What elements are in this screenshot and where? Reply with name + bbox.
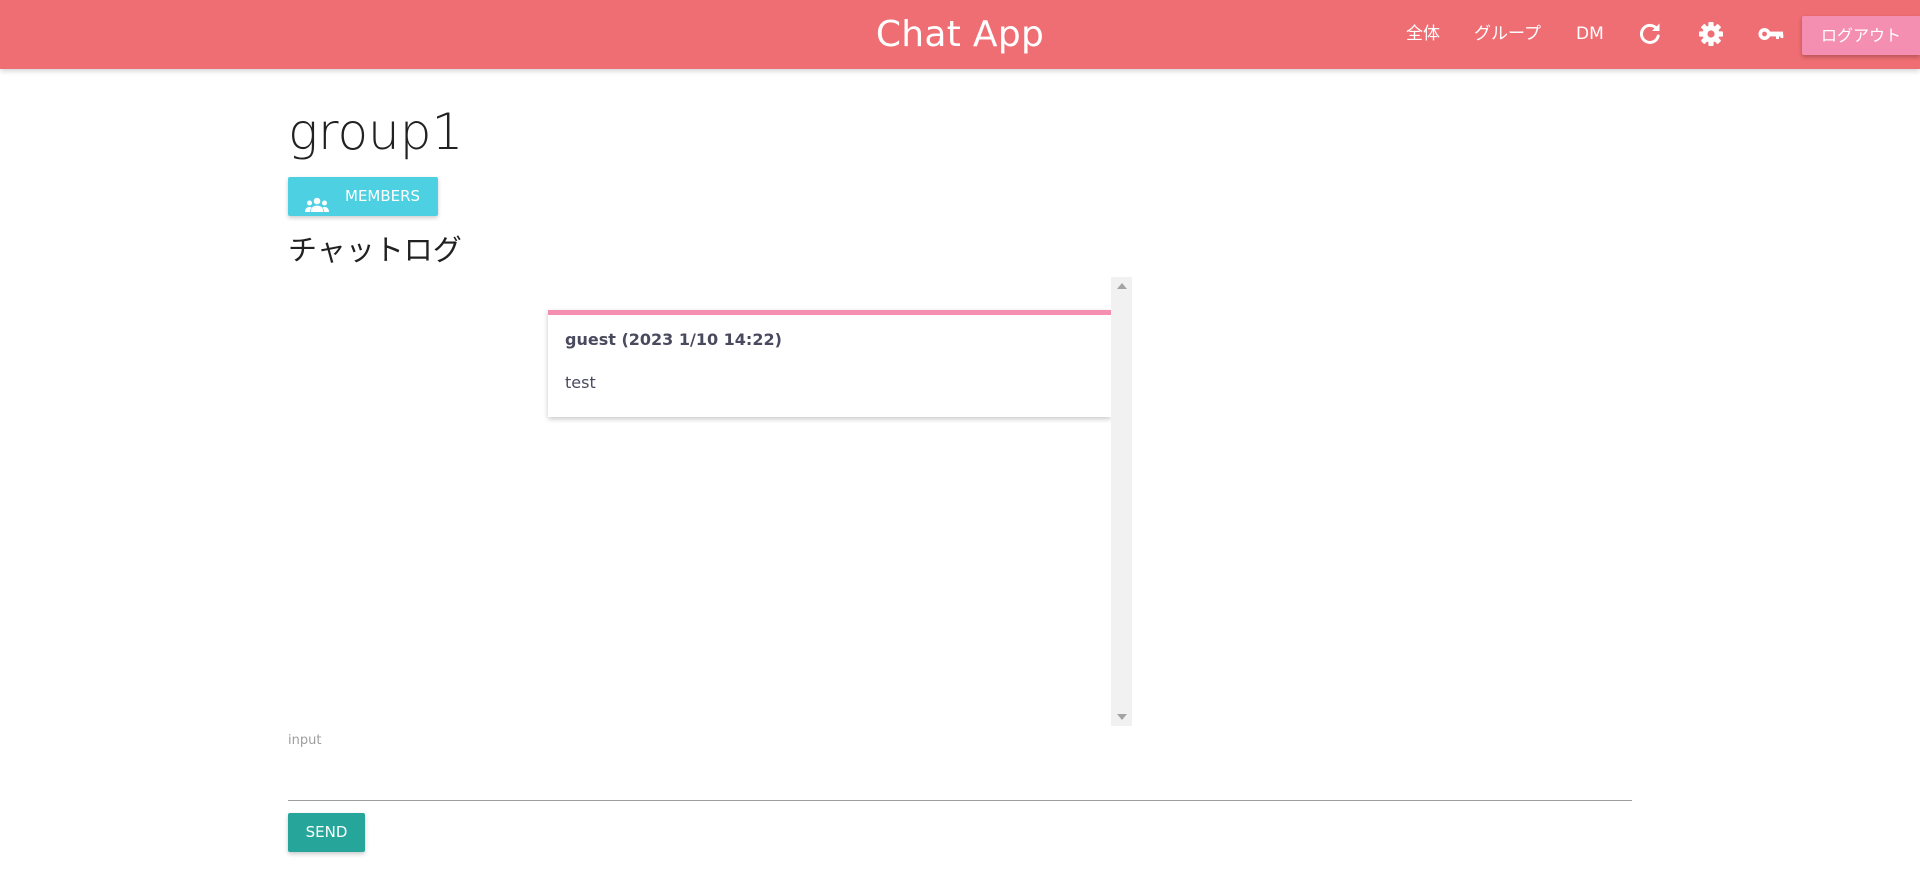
refresh-icon[interactable]	[1635, 19, 1665, 49]
top-navbar: Chat App 全体 グループ DM ログアウト	[0, 0, 1920, 69]
app-brand[interactable]: Chat App	[0, 0, 1920, 69]
nav-link-dm[interactable]: DM	[1576, 0, 1604, 69]
send-button[interactable]: SEND	[288, 813, 365, 852]
members-button-label: MEMBERS	[345, 187, 421, 205]
scroll-up-arrow-icon[interactable]	[1117, 283, 1127, 289]
nav-link-group[interactable]: グループ	[1474, 0, 1541, 69]
page-title: group1	[288, 103, 464, 161]
members-button[interactable]: MEMBERS	[288, 177, 438, 216]
key-icon[interactable]	[1756, 19, 1786, 49]
chat-message: guest (2023 1/10 14:22) test	[548, 310, 1111, 417]
message-input-label: input	[288, 733, 322, 748]
nav-link-all[interactable]: 全体	[1406, 0, 1440, 69]
chat-log-heading: チャットログ	[288, 233, 462, 267]
logout-button[interactable]: ログアウト	[1802, 16, 1920, 55]
scroll-down-arrow-icon[interactable]	[1117, 714, 1127, 720]
gear-icon[interactable]	[1696, 19, 1726, 49]
chat-log-scrollbar[interactable]	[1111, 277, 1132, 726]
group-icon	[305, 189, 329, 212]
message-input[interactable]	[288, 755, 1632, 801]
message-text: test	[565, 373, 596, 392]
message-author: guest (2023 1/10 14:22)	[565, 330, 782, 349]
